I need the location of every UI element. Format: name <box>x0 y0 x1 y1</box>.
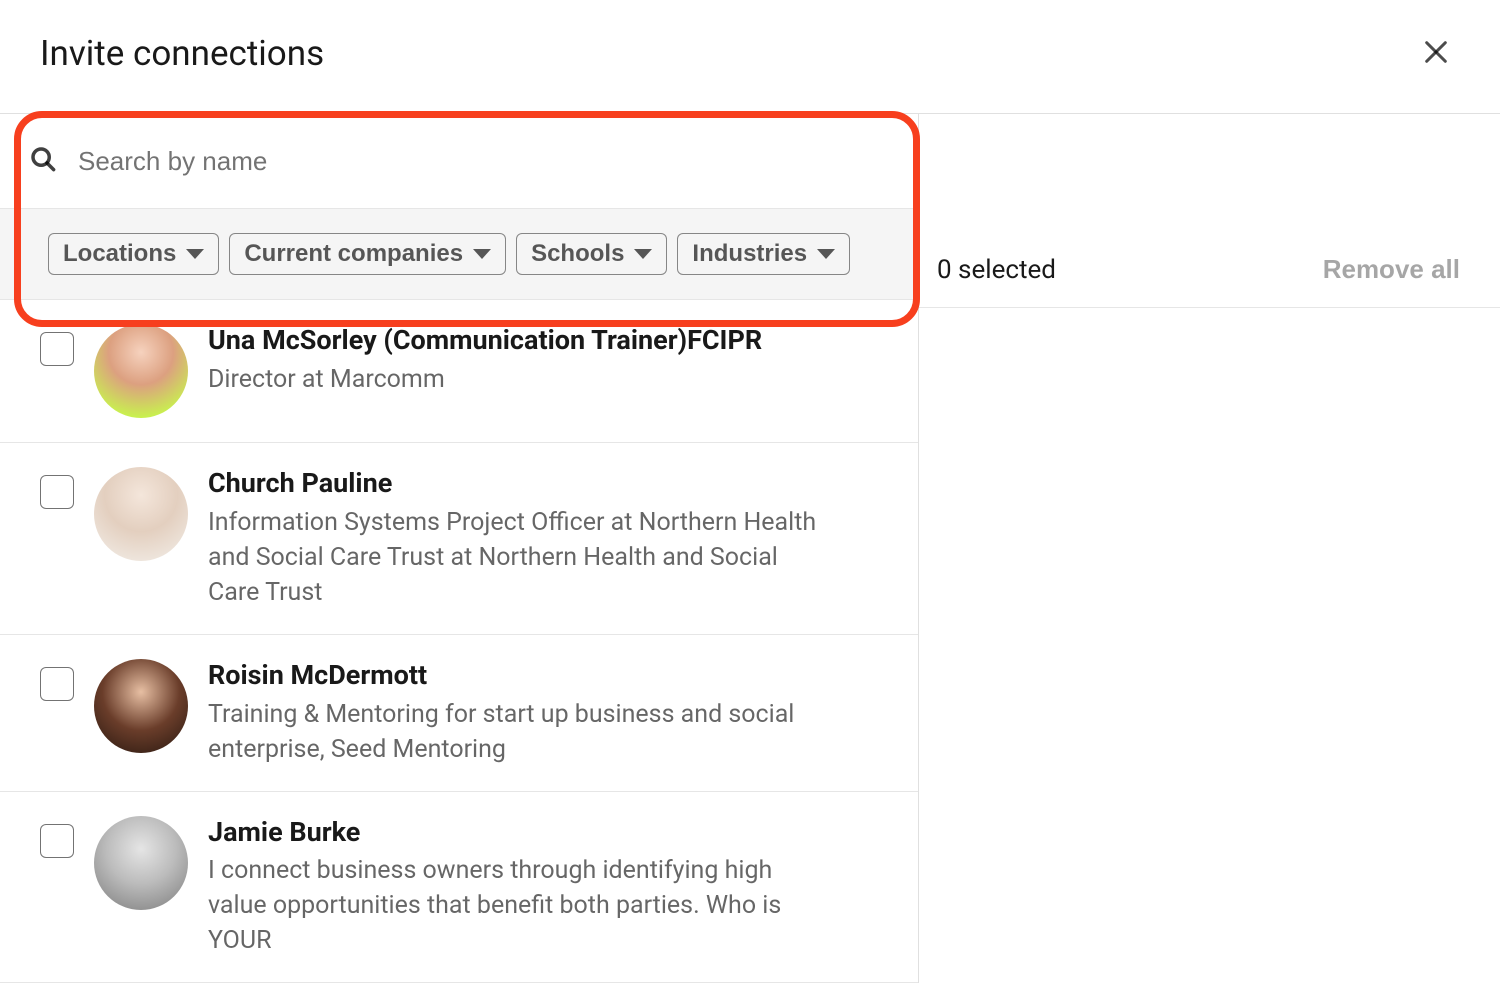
avatar <box>94 659 188 753</box>
filters-row: Locations Current companies Schools Indu… <box>0 208 918 300</box>
avatar <box>94 816 188 910</box>
chevron-down-icon <box>634 249 652 259</box>
chevron-down-icon <box>817 249 835 259</box>
checkbox-wrap <box>40 659 74 705</box>
connection-subtitle: I connect business owners through identi… <box>208 853 828 958</box>
chevron-down-icon <box>186 249 204 259</box>
search-row <box>0 114 918 208</box>
search-icon <box>28 144 58 178</box>
connection-subtitle: Training & Mentoring for start up busine… <box>208 697 828 767</box>
connection-text: Una McSorley (Communication Trainer)FCIP… <box>208 324 878 397</box>
modal-title: Invite connections <box>40 33 324 74</box>
connection-row[interactable]: Roisin McDermott Training & Mentoring fo… <box>0 635 918 792</box>
select-checkbox[interactable] <box>40 824 74 858</box>
avatar <box>94 467 188 561</box>
filter-label: Current companies <box>244 240 463 268</box>
close-button[interactable] <box>1412 28 1460 79</box>
modal-header: Invite connections <box>0 0 1500 114</box>
chevron-down-icon <box>473 249 491 259</box>
connection-row[interactable]: Una McSorley (Communication Trainer)FCIP… <box>0 300 918 443</box>
filter-label: Locations <box>63 240 176 268</box>
filter-label: Industries <box>692 240 807 268</box>
left-panel: Locations Current companies Schools Indu… <box>0 114 919 983</box>
connection-row[interactable]: Church Pauline Information Systems Proje… <box>0 443 918 635</box>
remove-all-button[interactable]: Remove all <box>1323 254 1460 285</box>
filter-current-companies[interactable]: Current companies <box>229 233 506 275</box>
avatar <box>94 324 188 418</box>
connection-name: Una McSorley (Communication Trainer)FCIP… <box>208 324 828 358</box>
connection-name: Roisin McDermott <box>208 659 828 693</box>
connection-name: Church Pauline <box>208 467 828 501</box>
modal-body: Locations Current companies Schools Indu… <box>0 114 1500 983</box>
invite-connections-modal: Invite connections <box>0 0 1500 942</box>
connection-name: Jamie Burke <box>208 816 828 850</box>
search-input[interactable] <box>78 146 890 177</box>
checkbox-wrap <box>40 324 74 370</box>
select-checkbox[interactable] <box>40 667 74 701</box>
select-checkbox[interactable] <box>40 332 74 366</box>
connection-row[interactable]: Jamie Burke I connect business owners th… <box>0 792 918 983</box>
filter-locations[interactable]: Locations <box>48 233 219 275</box>
checkbox-wrap <box>40 816 74 862</box>
checkbox-wrap <box>40 467 74 513</box>
connection-text: Roisin McDermott Training & Mentoring fo… <box>208 659 878 767</box>
connection-text: Jamie Burke I connect business owners th… <box>208 816 878 959</box>
selected-count: 0 selected <box>937 255 1056 285</box>
connection-list: Una McSorley (Communication Trainer)FCIP… <box>0 300 918 983</box>
filter-label: Schools <box>531 240 624 268</box>
filter-industries[interactable]: Industries <box>677 233 850 275</box>
close-icon <box>1420 36 1452 71</box>
right-panel: 0 selected Remove all <box>919 114 1500 983</box>
filter-schools[interactable]: Schools <box>516 233 667 275</box>
select-checkbox[interactable] <box>40 475 74 509</box>
connection-text: Church Pauline Information Systems Proje… <box>208 467 878 610</box>
right-panel-header: 0 selected Remove all <box>919 232 1500 308</box>
connection-subtitle: Information Systems Project Officer at N… <box>208 505 828 610</box>
connection-subtitle: Director at Marcomm <box>208 362 828 397</box>
